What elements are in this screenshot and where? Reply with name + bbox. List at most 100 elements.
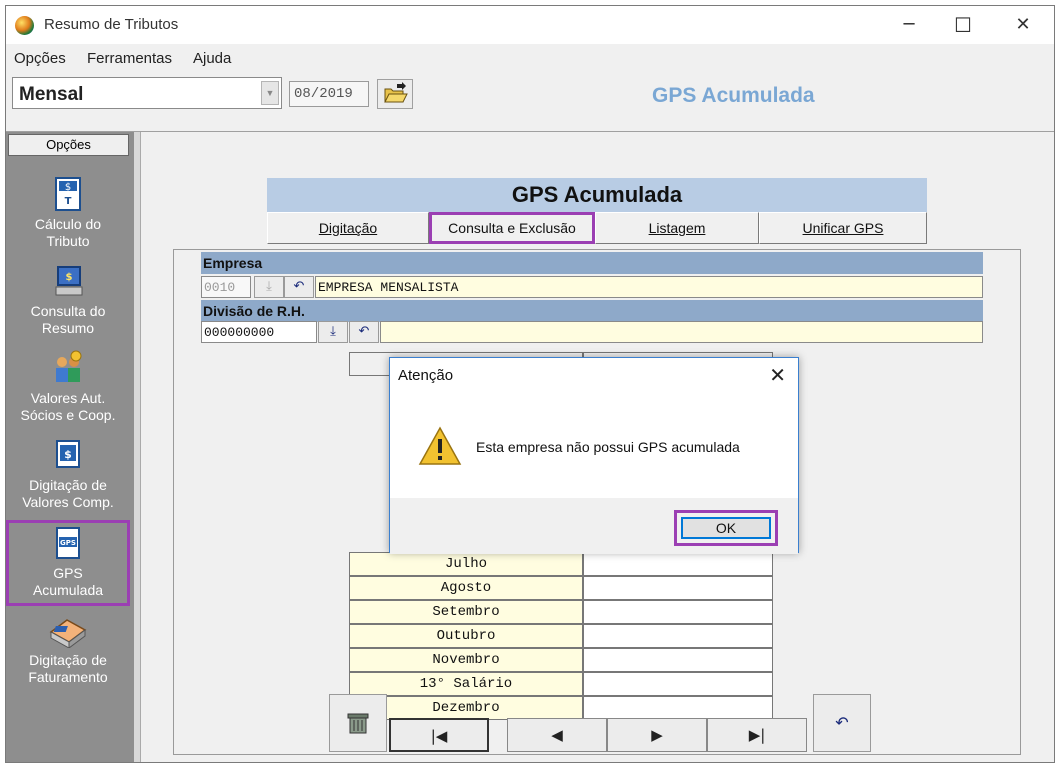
people-money-icon — [56, 350, 82, 382]
menu-bar: Opções Ferramentas Ajuda — [6, 46, 1054, 72]
divisao-code-field[interactable]: 000000000 — [201, 321, 317, 343]
header-title: GPS Acumulada — [652, 84, 815, 107]
table-row[interactable]: Julho — [349, 552, 773, 576]
tab-unificar-gps[interactable]: Unificar GPS — [759, 212, 927, 244]
tab-listagem[interactable]: Listagem — [595, 212, 759, 244]
empresa-code-field[interactable]: 0010 — [201, 276, 251, 298]
svg-text:GPS: GPS — [60, 539, 76, 547]
tab-digitacao[interactable]: Digitação — [267, 212, 429, 244]
undo-icon: ↶ — [835, 713, 849, 732]
alert-dialog: Atenção ✕ Esta empresa não possui GPS ac… — [389, 357, 799, 554]
svg-text:$: $ — [64, 448, 72, 461]
tab-label: Digitação — [318, 220, 378, 236]
first-record-button[interactable]: |◀ — [389, 718, 489, 752]
competence-date-field[interactable]: 08/2019 — [289, 81, 369, 107]
sidebar-item-calculo-tributo[interactable]: $ T Cálculo do Tributo — [6, 176, 130, 262]
last-record-button[interactable]: ▶| — [707, 718, 807, 752]
undo-icon[interactable]: ↶ — [349, 321, 379, 343]
sidebar-item-label: GPS — [53, 565, 83, 581]
maximize-button[interactable]: ☐ — [940, 10, 986, 40]
month-label: Setembro — [349, 600, 583, 624]
title-bar[interactable]: Resumo de Tributos ─ ☐ ✕ — [6, 6, 1054, 44]
sidebar-header: Opções — [8, 134, 129, 156]
ok-button[interactable]: OK — [681, 517, 771, 539]
chevron-down-icon[interactable]: ▼ — [261, 81, 279, 105]
month-label: Novembro — [349, 648, 583, 672]
tab-label: Consulta e Exclusão — [448, 220, 576, 236]
sidebar-item-label: Valores Comp. — [22, 494, 114, 510]
month-value-cell[interactable] — [583, 576, 773, 600]
next-record-button[interactable]: ▶ — [607, 718, 707, 752]
month-value-cell[interactable] — [583, 672, 773, 696]
sidebar-item-label: Valores Aut. — [30, 390, 106, 406]
ok-highlight: OK — [674, 510, 778, 546]
gps-document-icon: GPS — [56, 527, 80, 559]
table-row[interactable]: 13° Salário — [349, 672, 773, 696]
sidebar-item-label: Consulta do — [30, 303, 106, 319]
dialog-title: Atenção — [398, 367, 454, 384]
dialog-message: Esta empresa não possui GPS acumulada — [476, 439, 740, 455]
app-logo-icon — [15, 16, 34, 35]
open-folder-icon — [384, 82, 408, 103]
tab-label: Listagem — [648, 220, 706, 236]
previous-record-button[interactable]: ◀ — [507, 718, 607, 752]
sidebar-item-label: Tributo — [46, 233, 90, 249]
dialog-close-button[interactable]: ✕ — [769, 363, 786, 387]
undo-button[interactable]: ↶ — [813, 694, 871, 752]
table-row[interactable]: Dezembro — [349, 696, 773, 720]
table-row[interactable]: Agosto — [349, 576, 773, 600]
sidebar-item-digitacao-faturamento[interactable]: Digitação de Faturamento — [6, 612, 130, 698]
dialog-footer: OK — [390, 498, 798, 554]
sidebar-item-label: Digitação de — [29, 477, 107, 493]
sidebar: Opções $ T Cálculo do Tributo $ Consulta… — [6, 132, 134, 762]
tab-consulta-exclusao[interactable]: Consulta e Exclusão — [429, 212, 595, 244]
sidebar-item-label: Acumulada — [32, 582, 104, 598]
menu-opcoes[interactable]: Opções — [14, 50, 66, 67]
svg-text:$: $ — [66, 272, 73, 283]
month-label: Julho — [349, 552, 583, 576]
sidebar-item-digitacao-valores[interactable]: $ Digitação de Valores Comp. — [6, 437, 130, 523]
month-value-cell[interactable] — [583, 624, 773, 648]
sidebar-item-label: Resumo — [41, 320, 95, 336]
period-value: Mensal — [19, 84, 84, 105]
tax-calculator-icon: $ T — [55, 177, 81, 211]
trash-icon — [347, 713, 369, 734]
empresa-name-field: EMPRESA MENSALISTA — [315, 276, 983, 298]
delete-button[interactable] — [329, 694, 387, 752]
divisao-section-label: Divisão de R.H. — [201, 300, 983, 322]
month-label: 13° Salário — [349, 672, 583, 696]
minimize-button[interactable]: ─ — [886, 10, 932, 40]
open-folder-button[interactable] — [377, 79, 413, 109]
sidebar-item-gps-acumulada[interactable]: GPS GPS Acumulada — [6, 520, 130, 606]
table-row[interactable]: Setembro — [349, 600, 773, 624]
month-value-cell[interactable] — [583, 600, 773, 624]
sidebar-item-valores-aut[interactable]: Valores Aut. Sócios e Coop. — [6, 350, 130, 436]
table-row[interactable]: Outubro — [349, 624, 773, 648]
month-value-cell[interactable] — [583, 696, 773, 720]
toolbar: Mensal ▼ 08/2019 GPS Acumulada — [6, 72, 1054, 132]
download-icon[interactable]: ⤓ — [254, 276, 284, 298]
period-select[interactable]: Mensal ▼ — [12, 77, 282, 109]
close-button[interactable]: ✕ — [1000, 10, 1046, 40]
empresa-section-label: Empresa — [201, 252, 983, 274]
document-money-icon: $ — [56, 440, 80, 468]
sidebar-item-label: Cálculo do — [34, 216, 102, 232]
menu-ajuda[interactable]: Ajuda — [193, 50, 231, 67]
download-icon[interactable]: ⤓ — [318, 321, 348, 343]
divisao-name-field — [380, 321, 983, 343]
month-value-cell[interactable] — [583, 648, 773, 672]
undo-icon[interactable]: ↶ — [284, 276, 314, 298]
month-label: Outubro — [349, 624, 583, 648]
month-value-cell[interactable] — [583, 552, 773, 576]
table-row[interactable]: Novembro — [349, 648, 773, 672]
computer-query-icon: $ — [55, 266, 83, 296]
warning-icon — [418, 426, 462, 465]
window-title: Resumo de Tributos — [44, 16, 179, 33]
svg-text:T: T — [65, 196, 72, 207]
tab-label: Unificar GPS — [802, 220, 884, 236]
svg-text:$: $ — [65, 182, 71, 193]
sidebar-item-label: Faturamento — [28, 669, 108, 685]
menu-ferramentas[interactable]: Ferramentas — [87, 50, 172, 67]
sidebar-item-label: Sócios e Coop. — [20, 407, 116, 423]
sidebar-item-consulta-resumo[interactable]: $ Consulta do Resumo — [6, 263, 130, 349]
